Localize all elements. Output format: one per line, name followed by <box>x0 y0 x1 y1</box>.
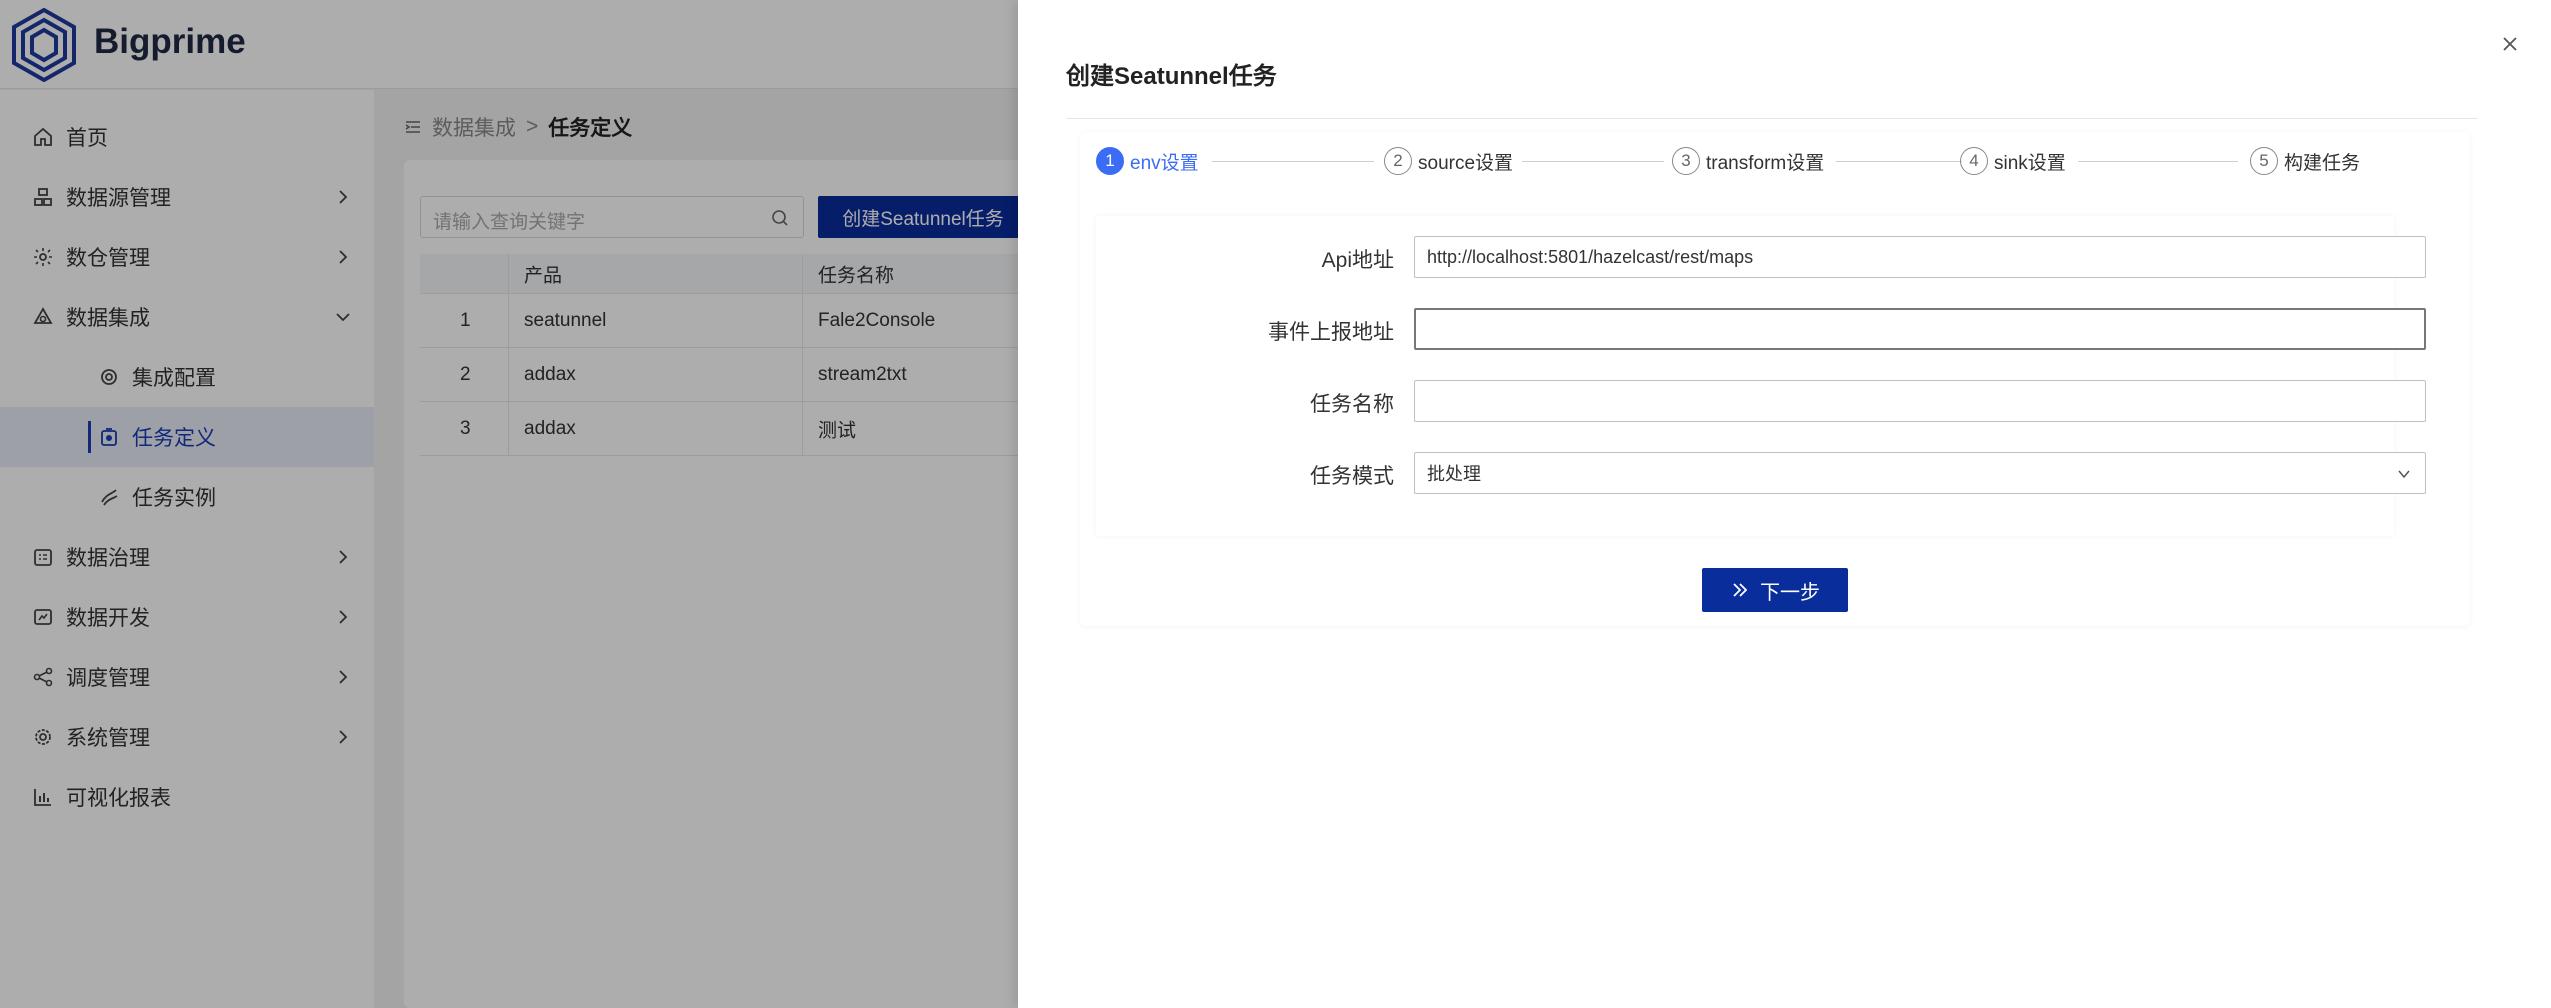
task-name-input[interactable] <box>1414 380 2426 422</box>
step-connector <box>1212 161 1374 162</box>
step-number: 5 <box>2250 147 2278 175</box>
step-connector <box>2078 161 2238 162</box>
next-step-button[interactable]: 下一步 <box>1702 568 1848 612</box>
step-label: sink设置 <box>1994 152 2066 174</box>
step-transform[interactable]: 3 transform设置 <box>1672 146 1824 176</box>
task-mode-label: 任务模式 <box>1310 465 1394 488</box>
step-sink[interactable]: 4 sink设置 <box>1960 146 2066 176</box>
next-step-label: 下一步 <box>1760 581 1820 604</box>
step-label: 构建任务 <box>2284 152 2361 174</box>
step-number: 2 <box>1384 147 1412 175</box>
step-number: 4 <box>1960 147 1988 175</box>
step-label: transform设置 <box>1706 152 1825 174</box>
step-env[interactable]: 1 env设置 <box>1096 146 1199 176</box>
env-form: Api地址 http://localhost:5801/hazelcast/re… <box>1096 216 2426 536</box>
step-label: env设置 <box>1130 152 1199 174</box>
api-url-input[interactable]: http://localhost:5801/hazelcast/rest/map… <box>1414 236 2426 278</box>
drawer-title: 创建Seatunnel任务 <box>1066 63 1277 90</box>
step-label: source设置 <box>1418 152 1514 174</box>
api-label: Api地址 <box>1321 249 1394 272</box>
double-chevron-right-icon <box>1733 583 1748 597</box>
step-number: 3 <box>1672 147 1700 175</box>
task-name-label: 任务名称 <box>1310 393 1394 416</box>
event-label: 事件上报地址 <box>1268 321 1394 344</box>
chevron-down-icon <box>2398 470 2410 479</box>
modal-overlay[interactable] <box>0 0 1018 1008</box>
task-mode-value: 批处理 <box>1427 464 1481 484</box>
step-number: 1 <box>1096 147 1124 175</box>
create-task-drawer: 创建Seatunnel任务 1 env设置 2 source设置 3 trans… <box>1018 0 2551 1008</box>
task-mode-select[interactable]: 批处理 <box>1414 452 2426 494</box>
close-icon[interactable] <box>2498 32 2522 56</box>
event-url-input[interactable] <box>1414 308 2426 350</box>
step-source[interactable]: 2 source设置 <box>1384 146 1513 176</box>
step-build[interactable]: 5 构建任务 <box>2250 146 2360 176</box>
divider <box>1066 118 2478 119</box>
step-connector <box>1836 161 1962 162</box>
step-connector <box>1522 161 1664 162</box>
